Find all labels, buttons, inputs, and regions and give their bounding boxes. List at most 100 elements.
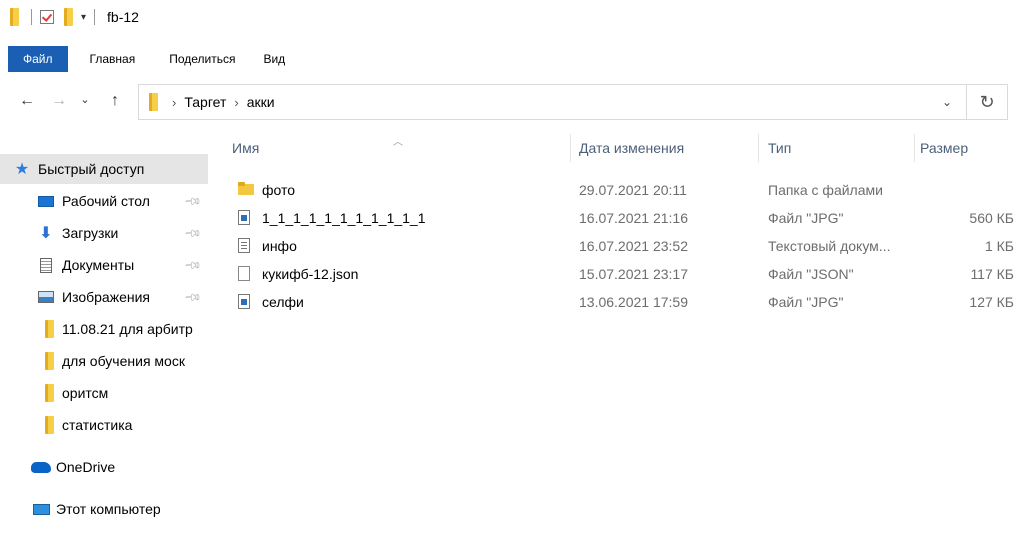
properties-check-icon[interactable] bbox=[40, 10, 54, 24]
file-date: 13.06.2021 17:59 bbox=[579, 294, 688, 310]
file-size: 560 КБ bbox=[969, 210, 1014, 226]
column-size[interactable]: Размер bbox=[920, 130, 1020, 166]
breadcrumb-chevron-icon[interactable]: › bbox=[172, 95, 176, 110]
back-arrow-icon[interactable]: ← bbox=[16, 92, 38, 110]
nav-item-pictures[interactable]: Изображения 📌︎ bbox=[0, 282, 208, 312]
download-icon: ⬇ bbox=[39, 225, 53, 242]
nav-quick-access[interactable]: ★ Быстрый доступ bbox=[0, 154, 208, 184]
ribbon-tabs: Файл Главная Поделиться Вид bbox=[0, 46, 1020, 72]
window-title: fb-12 bbox=[107, 9, 139, 25]
pin-icon[interactable]: 📌︎ bbox=[183, 191, 202, 210]
folder-icon bbox=[10, 8, 19, 26]
file-size: 127 КБ bbox=[969, 294, 1014, 310]
nav-label: Изображения bbox=[62, 289, 150, 305]
column-type[interactable]: Тип bbox=[768, 130, 918, 166]
title-bar: ▾ fb-12 bbox=[0, 0, 1020, 34]
tab-label: Вид bbox=[263, 52, 286, 66]
text-file-icon bbox=[238, 238, 254, 254]
nav-item-folder[interactable]: для обучения моск bbox=[0, 346, 208, 376]
nav-item-desktop[interactable]: Рабочий стол 📌︎ bbox=[0, 186, 208, 216]
up-arrow-icon[interactable]: ↑ bbox=[104, 92, 126, 110]
column-header: ︿ Имя Дата изменения Тип Размер bbox=[208, 130, 1020, 166]
breadcrumb-chevron-icon[interactable]: › bbox=[234, 95, 238, 110]
file-type: Файл "JPG" bbox=[768, 210, 844, 226]
nav-label: Документы bbox=[62, 257, 135, 273]
nav-label: Этот компьютер bbox=[56, 501, 161, 517]
image-file-icon bbox=[238, 294, 254, 310]
breadcrumb-item[interactable]: акки bbox=[247, 94, 275, 110]
column-divider[interactable] bbox=[914, 134, 915, 162]
tab-label: Главная bbox=[89, 52, 136, 66]
folder-icon bbox=[42, 320, 56, 338]
file-size bbox=[908, 176, 1014, 204]
column-name[interactable]: Имя bbox=[232, 130, 572, 166]
column-date[interactable]: Дата изменения bbox=[579, 130, 759, 166]
nav-item-downloads[interactable]: ⬇ Загрузки 📌︎ bbox=[0, 218, 208, 248]
file-row[interactable]: фото 29.07.2021 20:11 Папка с файлами bbox=[208, 176, 1020, 204]
file-date: 15.07.2021 23:17 bbox=[579, 266, 688, 282]
pin-icon[interactable]: 📌︎ bbox=[183, 255, 202, 274]
file-icon bbox=[238, 266, 254, 282]
star-icon: ★ bbox=[14, 161, 30, 178]
file-row[interactable]: инфо 16.07.2021 23:52 Текстовый докум...… bbox=[208, 232, 1020, 260]
nav-item-folder[interactable]: оритсм bbox=[0, 378, 208, 408]
file-row[interactable]: селфи 13.06.2021 17:59 Файл "JPG" 127 КБ bbox=[208, 288, 1020, 316]
column-label: Имя bbox=[232, 140, 260, 156]
desktop-icon bbox=[36, 195, 56, 207]
customize-toolbar-dropdown-icon[interactable]: ▾ bbox=[81, 12, 86, 23]
file-type: Текстовый докум... bbox=[768, 238, 891, 254]
nav-label: Загрузки bbox=[62, 225, 119, 241]
nav-label: OneDrive bbox=[56, 459, 116, 475]
file-name: селфи bbox=[262, 294, 304, 310]
tab-label: Поделиться bbox=[169, 52, 236, 66]
file-size: 117 КБ bbox=[970, 266, 1014, 282]
file-type: Файл "JPG" bbox=[768, 294, 844, 310]
nav-label: Быстрый доступ bbox=[38, 161, 145, 177]
nav-this-pc[interactable]: Этот компьютер bbox=[0, 494, 208, 524]
nav-item-folder[interactable]: 11.08.21 для арбитр bbox=[0, 314, 208, 344]
file-row[interactable]: кукифб-12.json 15.07.2021 23:17 Файл "JS… bbox=[208, 260, 1020, 288]
forward-arrow-icon[interactable]: → bbox=[48, 92, 70, 110]
folder-icon bbox=[42, 384, 56, 402]
nav-label: Рабочий стол bbox=[62, 193, 150, 209]
pin-icon[interactable]: 📌︎ bbox=[183, 287, 202, 306]
pin-icon[interactable]: 📌︎ bbox=[183, 223, 202, 242]
file-type: Папка с файлами bbox=[768, 182, 883, 198]
file-date: 29.07.2021 20:11 bbox=[579, 182, 687, 198]
folder-icon bbox=[42, 352, 56, 370]
folder-icon bbox=[42, 416, 56, 434]
cloud-icon bbox=[30, 461, 52, 473]
file-name: кукифб-12.json bbox=[262, 266, 359, 282]
file-name: 1_1_1_1_1_1_1_1_1_1_1 bbox=[262, 210, 426, 226]
address-bar[interactable]: › Таргет › акки ⌄ ↻ bbox=[138, 84, 1008, 120]
refresh-icon[interactable]: ↻ bbox=[967, 92, 1007, 113]
nav-item-folder[interactable]: статистика bbox=[0, 410, 208, 440]
column-divider[interactable] bbox=[758, 134, 759, 162]
folder-icon bbox=[238, 182, 254, 198]
file-row[interactable]: 1_1_1_1_1_1_1_1_1_1_1 16.07.2021 21:16 Ф… bbox=[208, 204, 1020, 232]
new-folder-icon[interactable] bbox=[64, 8, 73, 26]
navigation-pane: ★ Быстрый доступ Рабочий стол 📌︎ ⬇ Загру… bbox=[0, 130, 208, 538]
address-dropdown-icon[interactable]: ⌄ bbox=[928, 95, 966, 109]
nav-onedrive[interactable]: OneDrive bbox=[0, 452, 208, 482]
folder-icon bbox=[149, 93, 158, 111]
tab-share[interactable]: Поделиться bbox=[149, 46, 249, 72]
column-divider[interactable] bbox=[570, 134, 571, 162]
computer-icon bbox=[30, 503, 52, 515]
tab-file[interactable]: Файл bbox=[8, 46, 68, 72]
tab-home[interactable]: Главная bbox=[68, 46, 150, 72]
nav-label: оритсм bbox=[62, 385, 109, 401]
file-date: 16.07.2021 21:16 bbox=[579, 210, 688, 226]
toolbar-separator bbox=[94, 9, 96, 25]
file-name: фото bbox=[262, 182, 296, 198]
tab-label: Файл bbox=[23, 52, 53, 66]
recent-locations-chevron-icon[interactable]: ⌄ bbox=[74, 93, 96, 106]
nav-item-documents[interactable]: Документы 📌︎ bbox=[0, 250, 208, 280]
address-actions: ⌄ ↻ bbox=[928, 85, 1007, 119]
pictures-icon bbox=[36, 291, 56, 303]
nav-label: 11.08.21 для арбитр bbox=[62, 321, 193, 337]
file-size: 1 КБ bbox=[984, 238, 1014, 254]
breadcrumb-item[interactable]: Таргет bbox=[184, 94, 226, 110]
nav-label: для обучения моск bbox=[62, 353, 185, 369]
tab-view[interactable]: Вид bbox=[249, 46, 299, 72]
